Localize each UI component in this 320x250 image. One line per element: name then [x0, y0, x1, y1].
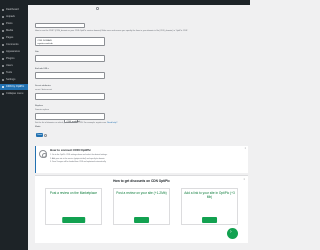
media-icon	[2, 30, 4, 32]
discount-panel: How to get discounts on CDN OptiPic × Po…	[35, 175, 248, 243]
chevron-up-icon: ›	[230, 229, 232, 236]
sidebar-item-media[interactable]: Media	[0, 28, 28, 34]
srcset-field[interactable]	[35, 93, 105, 100]
card-title: Post a review on the Marketplace	[49, 191, 98, 195]
panel-title: How to get discounts on CDN OptiPic	[113, 179, 170, 183]
sidebar-item-pages[interactable]: Pages	[0, 35, 28, 41]
help-link[interactable]: Need help?	[107, 122, 117, 124]
sidebar-item-settings[interactable]: Settings	[0, 77, 28, 83]
top-input[interactable]	[35, 23, 85, 28]
card-title: Post a review on your site (+1-2Mb)	[116, 191, 167, 195]
sidebar-item-tools[interactable]: Tools	[0, 70, 28, 76]
optipic-icon	[2, 86, 4, 88]
site-label: Site	[35, 51, 39, 53]
notice-title: How to connect CDN OptiPic	[50, 148, 92, 152]
notice-line: 1. Go to the OptiPic CDN settings above …	[50, 154, 108, 156]
save-button[interactable]: Save	[36, 133, 43, 137]
help-line: How to use the CDN? (CDN_domain or your …	[35, 30, 189, 32]
review-marketplace-card: Post a review on the Marketplace Post a …	[45, 188, 102, 231]
srcset-label: Srcset attributes	[35, 85, 51, 87]
brush-icon	[2, 51, 4, 53]
card-title: Add a link to your site in OptiPic (+3 M…	[184, 191, 235, 199]
info-icon	[39, 150, 48, 159]
sidebar-item-posts[interactable]: Posts	[0, 21, 28, 27]
sidebar-item-appearance[interactable]: Appearance	[0, 49, 28, 55]
review-site-card: Post a review on your site (+1-2Mb) Deta…	[113, 188, 170, 231]
main-content: How to use the CDN? (CDN_domain or your …	[28, 5, 250, 250]
exclude-field[interactable]	[35, 72, 105, 79]
sidebar-item-collapse[interactable]: Collapse menu	[0, 91, 28, 97]
details-button[interactable]: Details	[133, 217, 150, 231]
replace-desc: Domain replace	[35, 109, 50, 111]
link-site-card: Add a link to your site in OptiPic (+3 M…	[181, 188, 238, 231]
panel-dismiss-icon[interactable]: ×	[243, 178, 245, 182]
settings-icon	[2, 79, 4, 81]
sidebar-item-comments[interactable]: Comments	[0, 42, 28, 48]
sidebar-item-users[interactable]: Users	[0, 63, 28, 69]
status-indicator	[44, 133, 47, 137]
site-field[interactable]	[35, 55, 105, 62]
comment-icon	[2, 44, 4, 46]
mode-select[interactable]: CDN enabled	[64, 119, 80, 123]
sidebar-item-dashboard[interactable]: Dashboard	[0, 7, 28, 13]
wrench-icon	[2, 72, 4, 74]
srcset-desc: srcset / data-srcset	[35, 89, 52, 91]
notice-dismiss-icon[interactable]: ×	[245, 147, 246, 150]
option-radio[interactable]	[96, 7, 99, 10]
sidebar-item-plugins[interactable]: Plugins	[0, 56, 28, 62]
plugin-icon	[2, 58, 4, 60]
cdn-domain-field[interactable]: CDN DOMAIN mysite.com/cdn	[35, 37, 105, 46]
sidebar-item-jetpack[interactable]: Jetpack	[0, 14, 28, 20]
mode-label: Mode	[35, 126, 41, 128]
replace-label: Replace	[35, 105, 44, 107]
collapse-icon	[2, 93, 4, 95]
details-button[interactable]: Details	[201, 217, 218, 231]
jetpack-icon	[2, 16, 4, 18]
dashboard-icon	[2, 9, 4, 11]
pin-icon	[2, 23, 4, 25]
user-icon	[2, 65, 4, 67]
exclude-label: Exclude URLs	[35, 68, 49, 70]
post-review-button[interactable]: Post a review	[61, 217, 86, 231]
admin-sidebar: Dashboard Jetpack Posts Media Pages Comm…	[0, 5, 28, 250]
page-icon	[2, 37, 4, 39]
notice-line: 3. Done! Images will be loaded from CDN …	[50, 161, 107, 163]
connect-notice: How to connect CDN OptiPic 1. Go to the …	[35, 146, 248, 173]
scroll-top-button[interactable]: ›	[227, 228, 238, 239]
sidebar-item-optipic[interactable]: CDN by OptiPic	[0, 84, 28, 90]
